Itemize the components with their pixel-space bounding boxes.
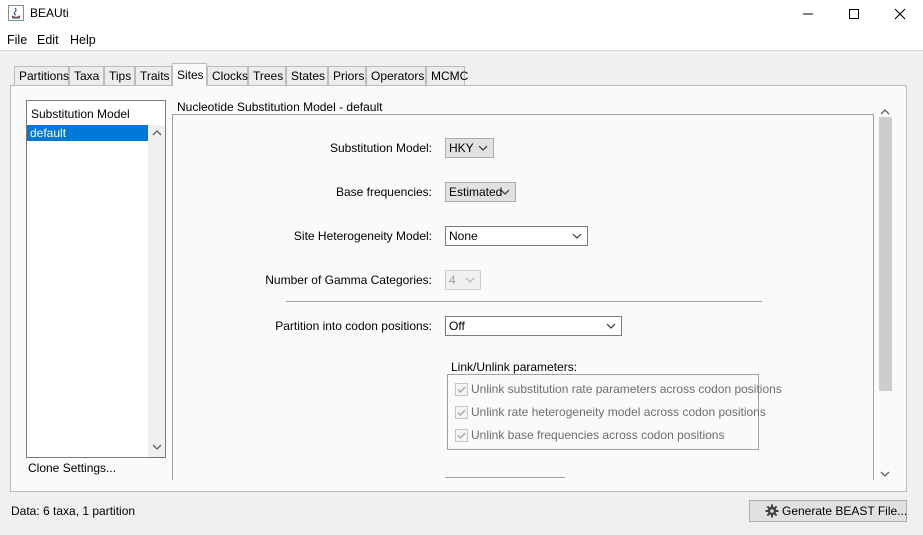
section-title: Nucleotide Substitution Model - default — [177, 100, 383, 114]
base-frequencies-select[interactable]: Estimated — [445, 182, 516, 202]
scroll-up-icon[interactable] — [148, 128, 165, 139]
substitution-model-label: Substitution Model: — [329, 141, 432, 155]
gamma-categories-select[interactable]: 4 — [445, 270, 481, 290]
generate-button-label: Generate BEAST File... — [782, 504, 908, 518]
gear-icon — [765, 504, 779, 518]
site-heterogeneity-value: None — [449, 229, 478, 243]
content-scroll-thumb[interactable] — [879, 117, 892, 391]
menu-bar — [0, 28, 923, 51]
separator — [286, 301, 762, 302]
site-heterogeneity-label: Site Heterogeneity Model: — [293, 229, 432, 243]
base-frequencies-label: Base frequencies: — [335, 185, 432, 199]
tab-traits[interactable]: Traits — [135, 66, 172, 85]
window-title: BEAUti — [30, 6, 69, 20]
checkbox-label: Unlink base frequencies across codon pos… — [471, 428, 725, 442]
tab-sites[interactable]: Sites — [172, 63, 207, 86]
substitution-model-list — [26, 100, 166, 458]
codon-partition-select[interactable]: Off — [445, 316, 622, 336]
maximize-button[interactable] — [831, 0, 877, 28]
tab-mcmc[interactable]: MCMC — [426, 66, 468, 85]
chevron-down-icon — [478, 145, 488, 151]
checkbox-label: Unlink rate heterogeneity model across c… — [471, 405, 766, 419]
tab-operators[interactable]: Operators — [366, 66, 426, 85]
list-item-default[interactable]: default — [27, 125, 148, 141]
chevron-down-icon — [465, 277, 475, 283]
tab-states[interactable]: States — [286, 66, 328, 85]
checkbox-icon — [455, 406, 468, 419]
list-header: Substitution Model — [31, 107, 130, 121]
tab-trees[interactable]: Trees — [248, 66, 286, 85]
chevron-down-icon — [606, 323, 616, 329]
checkbox-label: Unlink substitution rate parameters acro… — [471, 382, 782, 396]
minimize-button[interactable] — [785, 0, 831, 28]
gamma-categories-label: Number of Gamma Categories: — [265, 273, 432, 287]
codon-partition-value: Off — [449, 319, 465, 333]
content-scroll-up-icon[interactable] — [880, 104, 890, 118]
chevron-down-icon — [572, 233, 582, 239]
generate-beast-file-button[interactable]: Generate BEAST File... — [749, 500, 907, 522]
tab-priors[interactable]: Priors — [328, 66, 366, 85]
chevron-down-icon — [500, 189, 510, 195]
clipped-divider — [445, 477, 565, 478]
link-unlink-title: Link/Unlink parameters: — [451, 360, 578, 374]
codon-partition-label: Partition into codon positions: — [275, 319, 432, 333]
scroll-down-icon[interactable] — [148, 443, 165, 454]
gamma-categories-value: 4 — [449, 273, 456, 287]
java-app-icon — [8, 5, 24, 21]
tab-clocks[interactable]: Clocks — [207, 66, 248, 85]
menu-file[interactable]: File — [7, 33, 27, 47]
status-text: Data: 6 taxa, 1 partition — [11, 504, 136, 518]
checkbox-icon — [455, 429, 468, 442]
list-scrollbar[interactable] — [148, 125, 165, 457]
clone-settings-button[interactable]: Clone Settings... — [28, 461, 116, 475]
menu-help[interactable]: Help — [70, 33, 96, 47]
content-scroll-down-icon[interactable] — [880, 467, 890, 481]
close-button[interactable] — [877, 0, 923, 28]
substitution-model-value: HKY — [449, 141, 474, 155]
tab-tips[interactable]: Tips — [104, 66, 135, 85]
site-heterogeneity-select[interactable]: None — [445, 226, 588, 246]
checkbox-icon — [455, 383, 468, 396]
base-frequencies-value: Estimated — [449, 185, 503, 199]
substitution-model-select[interactable]: HKY — [445, 138, 494, 158]
tab-taxa[interactable]: Taxa — [69, 66, 104, 85]
list-item-label: default — [30, 126, 67, 140]
menu-edit[interactable]: Edit — [37, 33, 59, 47]
tab-partitions[interactable]: Partitions — [14, 66, 69, 85]
